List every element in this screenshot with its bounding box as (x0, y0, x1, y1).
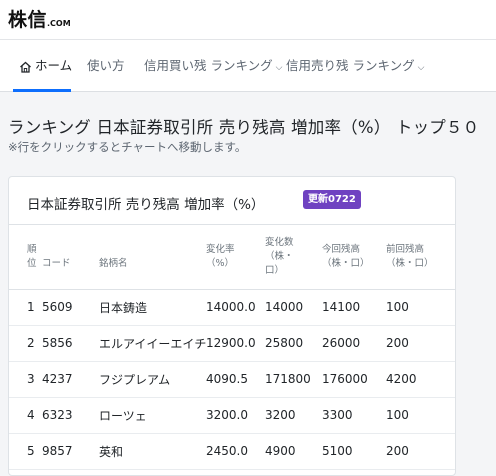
cell-name: エルアイイーエイチ (99, 325, 206, 362)
chevron-down-icon: ⌵ (417, 63, 425, 73)
ranking-card: 日本証券取引所 売り残高 増加率（%） 更新0722 順位 コード 銘柄名 変化… (8, 176, 456, 476)
nav-how-to-label: 使い方 (87, 58, 125, 73)
cell-name: ローツェ (99, 397, 206, 434)
update-badge: 更新0722 (303, 190, 361, 209)
page-title: ランキング 日本証券取引所 売り残高 増加率（%） トップ５０ (8, 118, 480, 137)
top-bar: 株信.COM (0, 0, 496, 40)
logo-suffix: .COM (47, 19, 71, 28)
cell-rank: 4 (9, 397, 42, 434)
header-current-balance: 今回残高 （株・口） (322, 225, 386, 290)
logo-text: 株信 (8, 9, 48, 31)
cell-code: 4237 (42, 361, 99, 398)
nav-home[interactable]: ホーム (19, 40, 72, 92)
page-note: ※行をクリックするとチャートへ移動します。 (8, 140, 247, 154)
cell-change-rate: 12900.0 (206, 325, 265, 362)
cell-change-count: 14000 (265, 289, 322, 326)
nav-home-label: ホーム (35, 58, 73, 73)
nav-margin-sell-label: 信用売り残 ランキング (286, 58, 415, 73)
table-row[interactable]: 2 5856 エルアイイーエイチ 12900.0 25800 26000 200 (9, 325, 455, 362)
nav-margin-buy-ranking[interactable]: 信用買い残 ランキング ⌵ (144, 40, 282, 92)
cell-change-count: 4900 (265, 433, 322, 470)
cell-change-rate: 4090.5 (206, 361, 265, 398)
site-logo[interactable]: 株信.COM (8, 5, 71, 32)
cell-change-rate: 2450.0 (206, 433, 265, 470)
chevron-down-icon: ⌵ (275, 63, 283, 73)
cell-name: 英和 (99, 433, 206, 470)
nav-margin-sell-ranking[interactable]: 信用売り残 ランキング ⌵ (286, 40, 424, 92)
cell-current-balance: 3300 (322, 397, 386, 434)
cell-previous-balance: 100 (386, 397, 455, 434)
card-title: 日本証券取引所 売り残高 増加率（%） (27, 197, 265, 213)
table-row[interactable]: 5 9857 英和 2450.0 4900 5100 200 (9, 433, 455, 470)
cell-current-balance: 26000 (322, 325, 386, 362)
cell-previous-balance: 100 (386, 289, 455, 326)
cell-rank: 5 (9, 433, 42, 470)
cell-current-balance: 14100 (322, 289, 386, 326)
nav-margin-buy-label: 信用買い残 ランキング (144, 58, 273, 73)
main-nav: ホーム 使い方 信用買い残 ランキング ⌵ 信用売り残 ランキング ⌵ (0, 40, 496, 92)
cell-code: 5609 (42, 289, 99, 326)
cell-code: 5856 (42, 325, 99, 362)
cell-rank: 2 (9, 325, 42, 362)
table-row[interactable]: 1 5609 日本鋳造 14000.0 14000 14100 100 (9, 289, 455, 326)
header-change-count: 変化数 （株・ 口） (265, 225, 322, 290)
cell-current-balance: 5100 (322, 433, 386, 470)
cell-previous-balance: 4200 (386, 361, 455, 398)
cell-change-rate: 3200.0 (206, 397, 265, 434)
cell-rank: 3 (9, 361, 42, 398)
header-code: コード (42, 225, 99, 290)
table-header-row: 順位 コード 銘柄名 変化率（%） 変化数（株・口） 今回残高（株・口） (9, 225, 455, 290)
cell-rank: 1 (9, 289, 42, 326)
cell-previous-balance: 200 (386, 433, 455, 470)
cell-code: 6323 (42, 397, 99, 434)
cell-code: 9857 (42, 433, 99, 470)
cell-change-count: 3200 (265, 397, 322, 434)
active-tab-indicator (13, 89, 71, 92)
ranking-table: 順位 コード 銘柄名 変化率（%） 変化数（株・口） 今回残高（株・口） (9, 225, 455, 470)
nav-how-to[interactable]: 使い方 (87, 40, 125, 92)
home-icon (19, 61, 32, 73)
cell-change-rate: 14000.0 (206, 289, 265, 326)
cell-name: フジプレアム (99, 361, 206, 398)
table-row[interactable]: 3 4237 フジプレアム 4090.5 171800 176000 4200 (9, 361, 455, 398)
cell-change-count: 25800 (265, 325, 322, 362)
cell-previous-balance: 200 (386, 325, 455, 362)
header-previous-balance: 前回残高 （株・口） (386, 225, 455, 290)
header-rank: 順位 (9, 225, 42, 290)
table-row[interactable]: 4 6323 ローツェ 3200.0 3200 3300 100 (9, 397, 455, 434)
cell-name: 日本鋳造 (99, 289, 206, 326)
header-name: 銘柄名 (99, 225, 206, 290)
cell-change-count: 171800 (265, 361, 322, 398)
card-header: 日本証券取引所 売り残高 増加率（%） 更新0722 (9, 177, 455, 225)
cell-current-balance: 176000 (322, 361, 386, 398)
header-change-rate: 変化率 （%） (206, 225, 265, 290)
